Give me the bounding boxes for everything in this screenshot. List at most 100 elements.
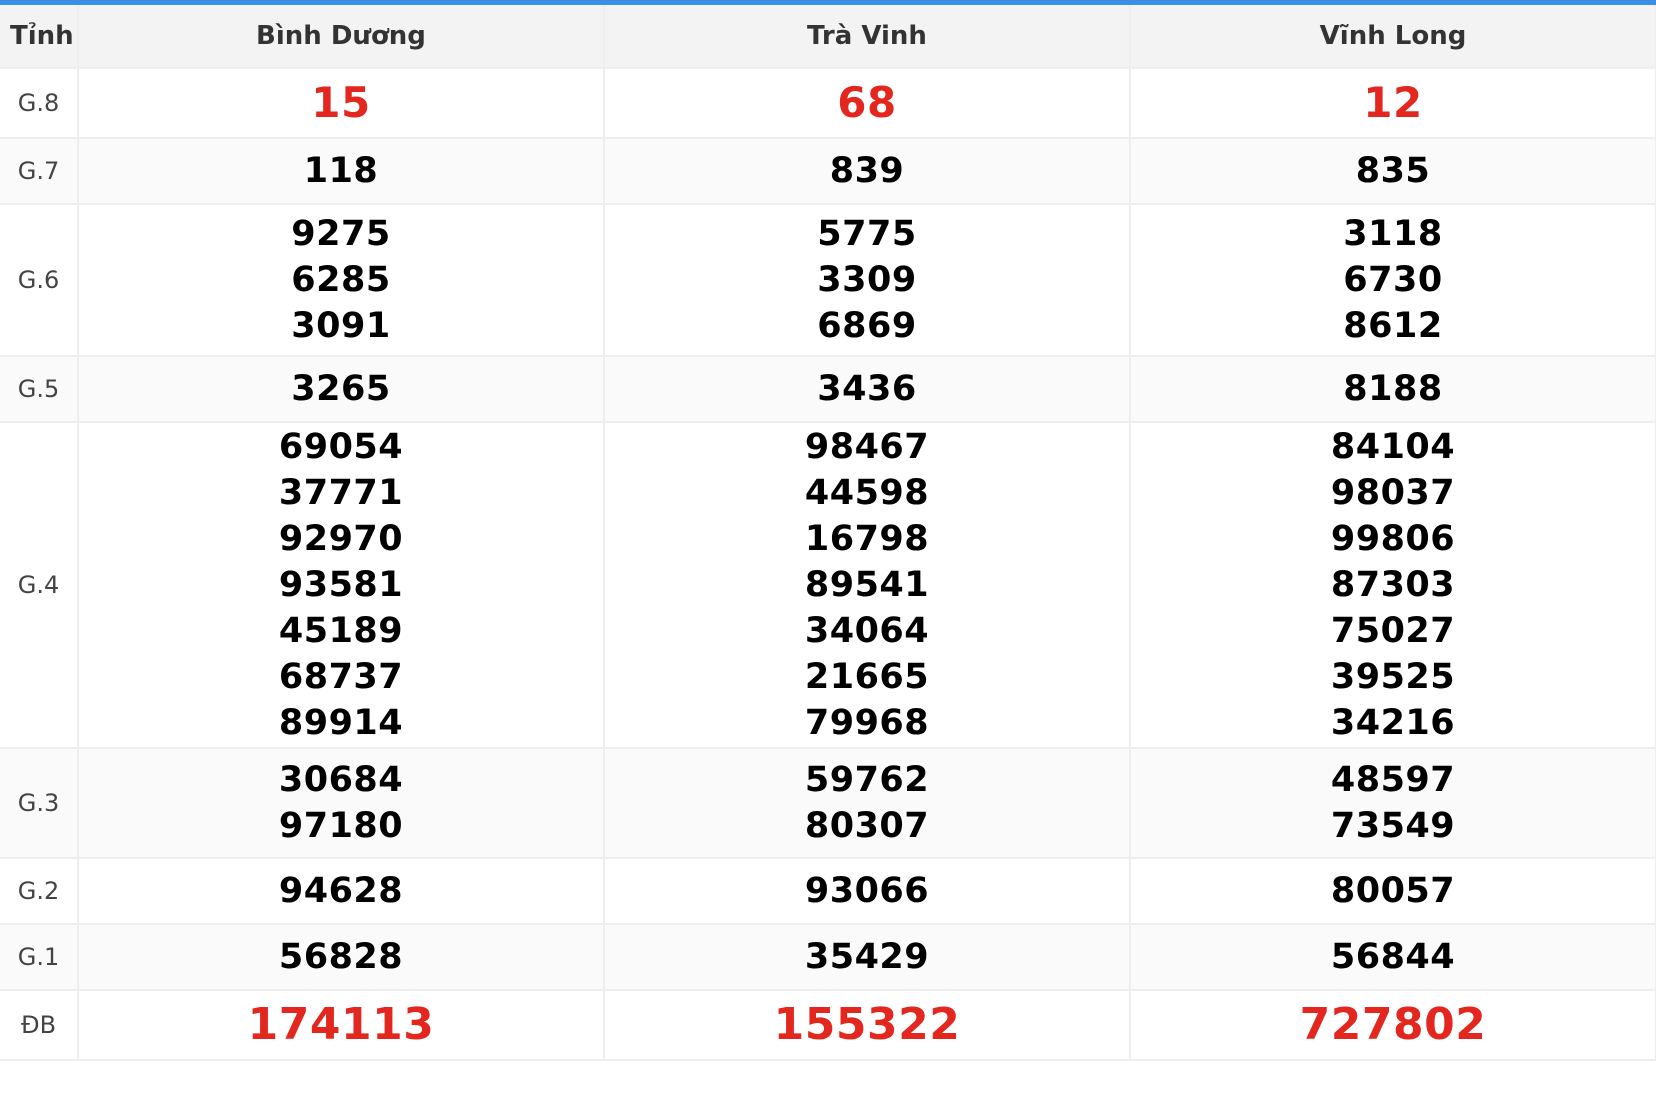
- prize-row-g7: G.7 118 839 835: [0, 137, 1656, 205]
- prize-number: 39525: [1330, 657, 1456, 697]
- prize-number: 8612: [1343, 306, 1443, 346]
- prize-number: 21665: [804, 657, 930, 697]
- prize-cell: 94628: [77, 857, 605, 925]
- prize-number: 9275: [291, 214, 391, 254]
- prize-number: 12: [1363, 78, 1423, 127]
- prize-cell: 118: [77, 137, 605, 205]
- prize-label: G.4: [0, 421, 79, 749]
- prize-number: 5775: [817, 214, 917, 254]
- prize-number: 89541: [804, 565, 930, 605]
- prize-cell: 30684 97180: [77, 747, 605, 859]
- prize-number: 35429: [804, 937, 930, 977]
- prize-label: G.6: [0, 203, 79, 357]
- prize-row-g1: G.1 56828 35429 56844: [0, 923, 1656, 991]
- prize-label: G.7: [0, 137, 79, 205]
- prize-row-g6: G.6 9275 6285 3091 5775 3309 6869 3118 6730 86…: [0, 203, 1656, 357]
- prize-number: 839: [829, 151, 905, 191]
- prize-label: G.3: [0, 747, 79, 859]
- prize-cell: 98467 44598 16798 89541 34064 21665 79968: [603, 421, 1131, 749]
- prize-number: 6285: [291, 260, 391, 300]
- province-header-tra-vinh[interactable]: Trà Vinh: [603, 5, 1131, 69]
- prize-row-g3: G.3 30684 97180 59762 80307 48597 73549: [0, 747, 1656, 859]
- prize-number: 99806: [1330, 519, 1456, 559]
- province-header-vinh-long[interactable]: Vĩnh Long: [1129, 5, 1656, 69]
- prize-number: 3118: [1343, 214, 1443, 254]
- prize-number: 48597: [1330, 760, 1456, 800]
- prize-cell: 839: [603, 137, 1131, 205]
- prize-number: 92970: [278, 519, 404, 559]
- prize-label: G.1: [0, 923, 79, 991]
- prize-cell: 174113: [77, 989, 605, 1061]
- prize-number: 80307: [804, 806, 930, 846]
- prize-number: 68737: [278, 657, 404, 697]
- prize-number: 6730: [1343, 260, 1443, 300]
- prize-label: ĐB: [0, 989, 79, 1061]
- results-table: Tỉnh Bình Dương Trà Vinh Vĩnh Long G.8 1…: [0, 5, 1656, 1061]
- prize-row-g5: G.5 3265 3436 8188: [0, 355, 1656, 423]
- prize-cell: 48597 73549: [1129, 747, 1656, 859]
- prize-number: 80057: [1330, 871, 1456, 911]
- prize-number: 98037: [1330, 473, 1456, 513]
- prize-number: 87303: [1330, 565, 1456, 605]
- prize-number: 89914: [278, 703, 404, 743]
- prize-number: 3309: [817, 260, 917, 300]
- prize-label: G.2: [0, 857, 79, 925]
- prize-number: 84104: [1330, 427, 1456, 467]
- prize-number: 59762: [804, 760, 930, 800]
- prize-number: 44598: [804, 473, 930, 513]
- prize-cell: 3118 6730 8612: [1129, 203, 1656, 357]
- prize-number: 3091: [291, 306, 391, 346]
- prize-cell: 155322: [603, 989, 1131, 1061]
- prize-number: 3265: [291, 369, 391, 409]
- header-row: Tỉnh Bình Dương Trà Vinh Vĩnh Long: [0, 5, 1656, 69]
- province-header-binh-duong[interactable]: Bình Dương: [77, 5, 605, 69]
- prize-number: 97180: [278, 806, 404, 846]
- province-header-label: Tỉnh: [0, 5, 79, 69]
- prize-number: 79968: [804, 703, 930, 743]
- prize-label: G.5: [0, 355, 79, 423]
- prize-row-g2: G.2 94628 93066 80057: [0, 857, 1656, 925]
- prize-cell: 15: [77, 67, 605, 139]
- prize-cell: 59762 80307: [603, 747, 1131, 859]
- prize-number: 16798: [804, 519, 930, 559]
- prize-number: 45189: [278, 611, 404, 651]
- prize-number: 118: [303, 151, 379, 191]
- prize-cell: 35429: [603, 923, 1131, 991]
- prize-number: 75027: [1330, 611, 1456, 651]
- prize-row-special: ĐB 174113 155322 727802: [0, 989, 1656, 1061]
- prize-number: 30684: [278, 760, 404, 800]
- results-body: G.8 15 68 12 G.7 118 839 835 G.6 9275 628…: [0, 67, 1656, 1061]
- prize-number: 37771: [278, 473, 404, 513]
- lottery-results-page: Tỉnh Bình Dương Trà Vinh Vĩnh Long G.8 1…: [0, 0, 1656, 1112]
- prize-number: 34064: [804, 611, 930, 651]
- prize-label: G.8: [0, 67, 79, 139]
- prize-cell: 56828: [77, 923, 605, 991]
- prize-number: 727802: [1299, 999, 1487, 1050]
- prize-number: 3436: [817, 369, 917, 409]
- prize-cell: 3436: [603, 355, 1131, 423]
- prize-cell: 9275 6285 3091: [77, 203, 605, 357]
- prize-cell: 727802: [1129, 989, 1656, 1061]
- prize-number: 174113: [247, 999, 435, 1050]
- prize-cell: 69054 37771 92970 93581 45189 68737 89914: [77, 421, 605, 749]
- prize-number: 34216: [1330, 703, 1456, 743]
- prize-row-g8: G.8 15 68 12: [0, 67, 1656, 139]
- prize-number: 56828: [278, 937, 404, 977]
- prize-cell: 56844: [1129, 923, 1656, 991]
- prize-cell: 3265: [77, 355, 605, 423]
- prize-cell: 80057: [1129, 857, 1656, 925]
- prize-number: 56844: [1330, 937, 1456, 977]
- prize-cell: 93066: [603, 857, 1131, 925]
- prize-cell: 8188: [1129, 355, 1656, 423]
- prize-number: 155322: [773, 999, 961, 1050]
- prize-number: 93581: [278, 565, 404, 605]
- prize-cell: 5775 3309 6869: [603, 203, 1131, 357]
- prize-number: 69054: [278, 427, 404, 467]
- prize-row-g4: G.4 69054 37771 92970 93581 45189 68737 89914 …: [0, 421, 1656, 749]
- prize-number: 8188: [1343, 369, 1443, 409]
- prize-cell: 835: [1129, 137, 1656, 205]
- prize-number: 94628: [278, 871, 404, 911]
- prize-number: 73549: [1330, 806, 1456, 846]
- prize-number: 68: [837, 78, 897, 127]
- prize-number: 98467: [804, 427, 930, 467]
